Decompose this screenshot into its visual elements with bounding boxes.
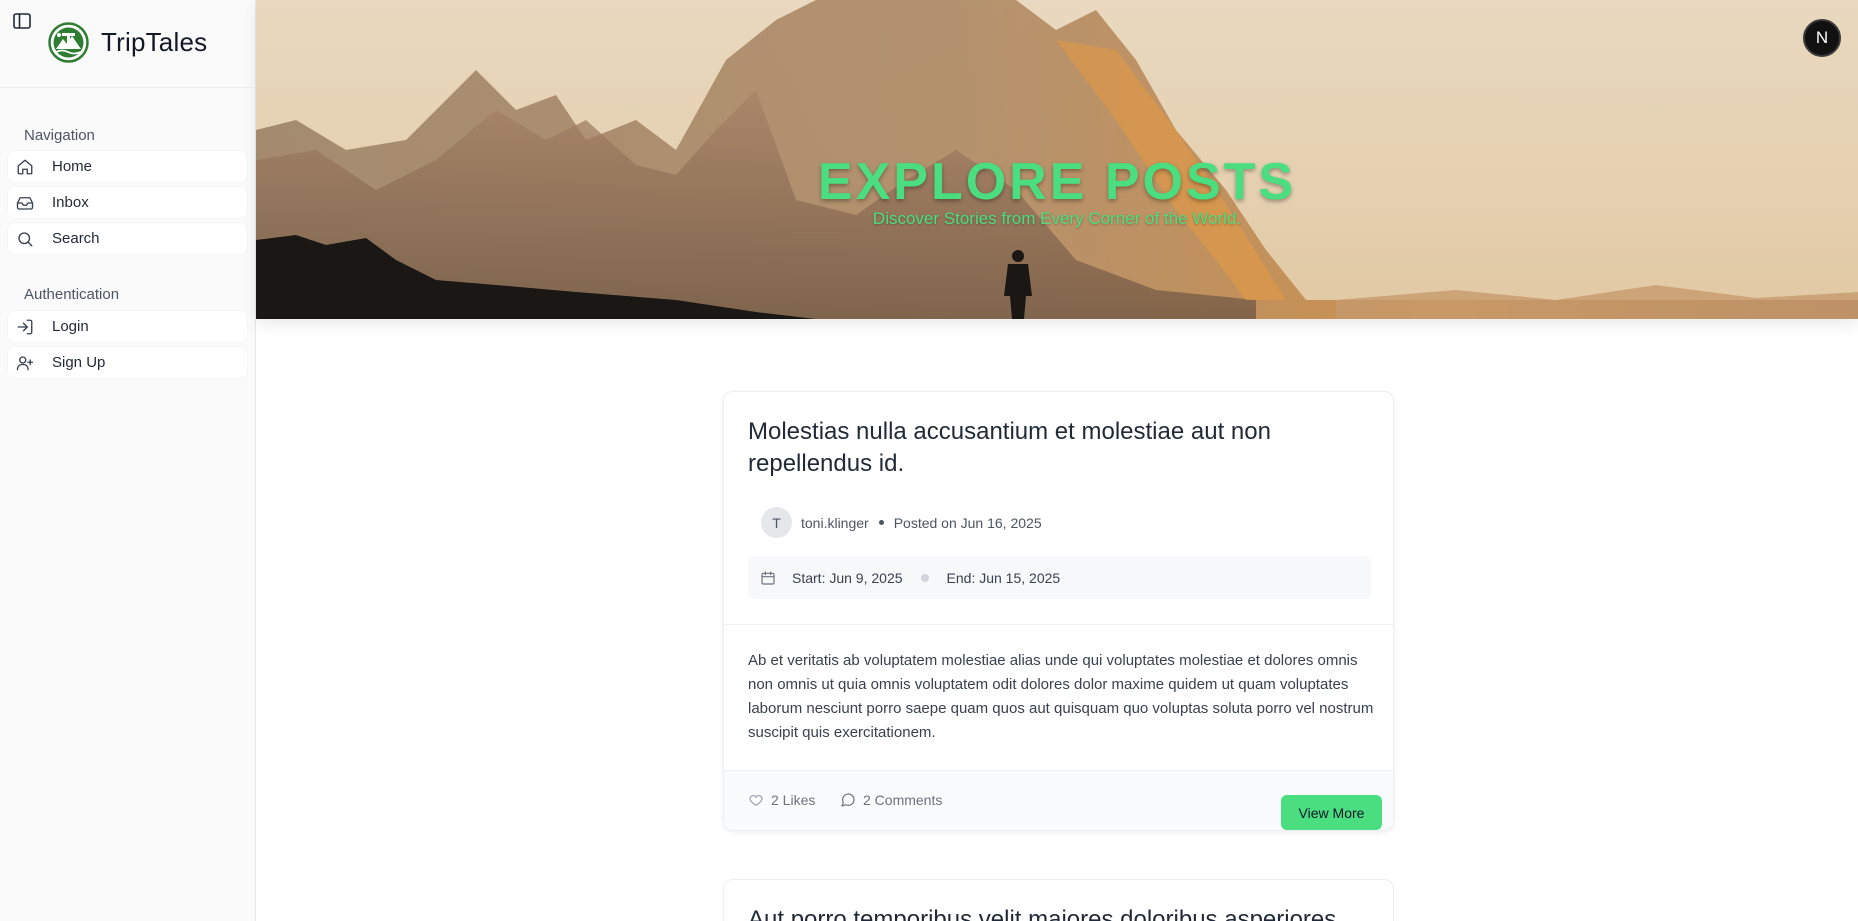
post-card: Aut porro temporibus velit maiores dolor…	[723, 879, 1394, 921]
post-meta: T toni.klinger Posted on Jun 16, 2025	[761, 507, 1042, 538]
heart-icon	[749, 795, 763, 806]
post-title[interactable]: Aut porro temporibus velit maiores dolor…	[748, 904, 1388, 921]
brand[interactable]: TripTales	[48, 22, 207, 63]
sidebar-item-sign-up[interactable]: Sign Up	[8, 347, 247, 378]
like-button[interactable]: 2 Likes	[748, 792, 815, 808]
post-title[interactable]: Molestias nulla accusantium et molestiae…	[748, 416, 1368, 480]
view-more-button[interactable]: View More	[1281, 795, 1382, 830]
sidebar: TripTales Navigation Home Inbox Search A…	[0, 0, 256, 921]
search-icon	[16, 230, 34, 248]
triptales-logo-icon	[48, 22, 89, 63]
dates-separator	[920, 573, 929, 582]
brand-name: TripTales	[101, 27, 208, 57]
comments-button[interactable]: 2 Comments	[840, 792, 942, 808]
likes-count: 2 Likes	[771, 792, 816, 808]
meta-separator	[878, 520, 884, 525]
post-excerpt: Ab et veritatis ab voluptatem molestiae …	[748, 652, 1374, 741]
nav-group-label-navigation: Navigation	[24, 127, 95, 144]
calendar-icon	[760, 570, 776, 586]
author-avatar[interactable]: T	[761, 507, 792, 538]
card-divider	[724, 624, 1393, 625]
login-icon	[16, 318, 34, 336]
hero-title: EXPLORE POSTS	[817, 153, 1297, 211]
sidebar-item-login[interactable]: Login	[8, 311, 247, 342]
sidebar-item-label: Home	[52, 158, 93, 175]
sidebar-item-label: Inbox	[52, 194, 89, 211]
post-card: Molestias nulla accusantium et molestiae…	[723, 391, 1394, 831]
sidebar-item-label: Sign Up	[52, 354, 106, 371]
author-username[interactable]: toni.klinger	[801, 515, 869, 531]
hero-banner: EXPLORE POSTS Discover Stories from Ever…	[256, 0, 1858, 319]
trip-dates: Start: Jun 9, 2025 End: Jun 15, 2025	[748, 556, 1371, 599]
comment-icon	[841, 793, 855, 807]
user-avatar-button[interactable]: N	[1803, 19, 1841, 57]
sidebar-item-home[interactable]: Home	[8, 151, 247, 182]
sidebar-divider	[0, 87, 256, 88]
sidebar-toggle-icon[interactable]	[12, 11, 32, 31]
home-icon	[16, 158, 34, 176]
trip-end-date: End: Jun 15, 2025	[946, 569, 1061, 586]
nav-group-label-authentication: Authentication	[24, 286, 120, 303]
comments-count: 2 Comments	[863, 792, 943, 808]
inbox-icon	[16, 194, 34, 212]
posted-date: Posted on Jun 16, 2025	[893, 514, 1042, 531]
sidebar-item-label: Login	[52, 318, 89, 335]
sidebar-item-inbox[interactable]: Inbox	[8, 187, 247, 218]
sidebar-item-search[interactable]: Search	[8, 223, 247, 254]
trip-start-date: Start: Jun 9, 2025	[792, 569, 903, 586]
hero-subtitle: Discover Stories from Every Corner of th…	[872, 209, 1242, 228]
sidebar-item-label: Search	[52, 230, 100, 247]
user-plus-icon	[16, 354, 34, 372]
